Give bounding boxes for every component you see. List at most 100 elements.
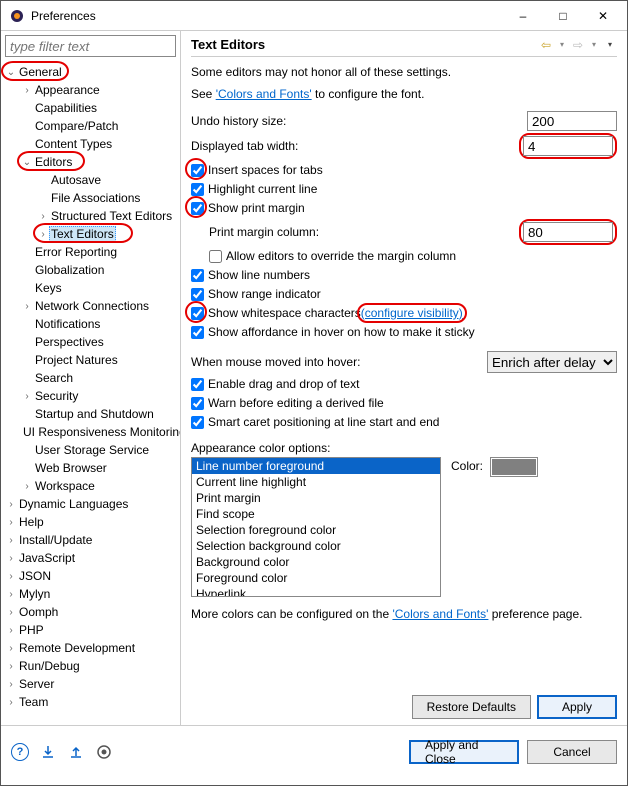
- tree-item[interactable]: Globalization: [1, 261, 180, 279]
- tree-item[interactable]: File Associations: [1, 189, 180, 207]
- colors-fonts-link[interactable]: 'Colors and Fonts': [216, 87, 312, 101]
- color-option-item[interactable]: Selection foreground color: [192, 522, 440, 538]
- tree-item[interactable]: Compare/Patch: [1, 117, 180, 135]
- chevron-down-icon[interactable]: ⌄: [5, 67, 17, 78]
- more-colors-link[interactable]: 'Colors and Fonts': [392, 607, 488, 621]
- tree-item[interactable]: ›Appearance: [1, 81, 180, 99]
- affordance-checkbox[interactable]: [191, 326, 204, 339]
- chevron-right-icon[interactable]: ›: [5, 679, 17, 690]
- import-icon[interactable]: [39, 743, 57, 761]
- tree-item[interactable]: ›Network Connections: [1, 297, 180, 315]
- color-option-item[interactable]: Print margin: [192, 490, 440, 506]
- chevron-right-icon[interactable]: ›: [5, 697, 17, 708]
- configure-visibility-link[interactable]: (configure visibility): [361, 306, 463, 320]
- tree-item[interactable]: ›Text Editors: [1, 225, 180, 243]
- chevron-right-icon[interactable]: ›: [21, 85, 33, 96]
- tree-item[interactable]: Web Browser: [1, 459, 180, 477]
- tree-item[interactable]: Startup and Shutdown: [1, 405, 180, 423]
- color-option-item[interactable]: Current line highlight: [192, 474, 440, 490]
- tree-item[interactable]: ⌄Editors: [1, 153, 180, 171]
- chevron-right-icon[interactable]: ›: [5, 661, 17, 672]
- tree-item[interactable]: ›PHP: [1, 621, 180, 639]
- record-icon[interactable]: [95, 743, 113, 761]
- back-icon[interactable]: ⇦: [539, 38, 553, 52]
- chevron-right-icon[interactable]: ›: [5, 535, 17, 546]
- color-option-item[interactable]: Hyperlink: [192, 586, 440, 597]
- help-icon[interactable]: ?: [11, 743, 29, 761]
- back-menu-icon[interactable]: ▾: [555, 38, 569, 52]
- color-option-item[interactable]: Find scope: [192, 506, 440, 522]
- tree-item[interactable]: ›Help: [1, 513, 180, 531]
- tab-width-input[interactable]: [523, 136, 613, 156]
- warn-derived-checkbox[interactable]: [191, 397, 204, 410]
- color-swatch[interactable]: [490, 457, 538, 477]
- maximize-button[interactable]: □: [543, 2, 583, 30]
- chevron-right-icon[interactable]: ›: [5, 499, 17, 510]
- smart-caret-checkbox[interactable]: [191, 416, 204, 429]
- tree-item[interactable]: ›Dynamic Languages: [1, 495, 180, 513]
- chevron-right-icon[interactable]: ›: [5, 553, 17, 564]
- apply-button[interactable]: Apply: [537, 695, 617, 719]
- range-indicator-checkbox[interactable]: [191, 288, 204, 301]
- chevron-right-icon[interactable]: ›: [21, 391, 33, 402]
- preference-tree[interactable]: ⌄General›AppearanceCapabilitiesCompare/P…: [1, 61, 180, 725]
- undo-history-input[interactable]: [527, 111, 617, 131]
- tree-item[interactable]: Autosave: [1, 171, 180, 189]
- restore-defaults-button[interactable]: Restore Defaults: [412, 695, 531, 719]
- chevron-right-icon[interactable]: ›: [5, 643, 17, 654]
- tree-item[interactable]: ›Mylyn: [1, 585, 180, 603]
- tree-item[interactable]: ›Run/Debug: [1, 657, 180, 675]
- tree-item[interactable]: ›JSON: [1, 567, 180, 585]
- dragdrop-checkbox[interactable]: [191, 378, 204, 391]
- chevron-right-icon[interactable]: ›: [37, 211, 49, 222]
- tree-item[interactable]: Project Natures: [1, 351, 180, 369]
- close-button[interactable]: ✕: [583, 2, 623, 30]
- chevron-right-icon[interactable]: ›: [5, 517, 17, 528]
- chevron-right-icon[interactable]: ›: [5, 607, 17, 618]
- forward-icon[interactable]: ⇨: [571, 38, 585, 52]
- chevron-right-icon[interactable]: ›: [21, 301, 33, 312]
- tree-item[interactable]: Content Types: [1, 135, 180, 153]
- tree-item[interactable]: Perspectives: [1, 333, 180, 351]
- allow-override-checkbox[interactable]: [209, 250, 222, 263]
- whitespace-checkbox[interactable]: [191, 307, 204, 320]
- chevron-down-icon[interactable]: ⌄: [21, 157, 33, 168]
- tree-item[interactable]: Notifications: [1, 315, 180, 333]
- hover-combo[interactable]: Enrich after delay: [487, 351, 617, 373]
- filter-input[interactable]: [5, 35, 176, 57]
- tree-item[interactable]: ›JavaScript: [1, 549, 180, 567]
- tree-item[interactable]: Error Reporting: [1, 243, 180, 261]
- margin-column-input[interactable]: [523, 222, 613, 242]
- highlight-line-checkbox[interactable]: [191, 183, 204, 196]
- tree-item[interactable]: ›Team: [1, 693, 180, 711]
- chevron-right-icon[interactable]: ›: [21, 481, 33, 492]
- chevron-right-icon[interactable]: ›: [5, 589, 17, 600]
- cancel-button[interactable]: Cancel: [527, 740, 617, 764]
- color-option-item[interactable]: Foreground color: [192, 570, 440, 586]
- apply-close-button[interactable]: Apply and Close: [409, 740, 519, 764]
- tree-item[interactable]: ›Workspace: [1, 477, 180, 495]
- minimize-button[interactable]: –: [503, 2, 543, 30]
- export-icon[interactable]: [67, 743, 85, 761]
- tree-item[interactable]: ›Install/Update: [1, 531, 180, 549]
- tree-item[interactable]: Capabilities: [1, 99, 180, 117]
- line-numbers-checkbox[interactable]: [191, 269, 204, 282]
- chevron-right-icon[interactable]: ›: [5, 571, 17, 582]
- tree-item[interactable]: Keys: [1, 279, 180, 297]
- tree-item[interactable]: ⌄General: [1, 63, 180, 81]
- tree-item[interactable]: ›Remote Development: [1, 639, 180, 657]
- color-option-item[interactable]: Background color: [192, 554, 440, 570]
- color-option-item[interactable]: Selection background color: [192, 538, 440, 554]
- tree-item[interactable]: Search: [1, 369, 180, 387]
- color-option-item[interactable]: Line number foreground: [192, 458, 440, 474]
- chevron-right-icon[interactable]: ›: [5, 625, 17, 636]
- tree-item[interactable]: UI Responsiveness Monitoring: [1, 423, 180, 441]
- chevron-right-icon[interactable]: ›: [37, 229, 49, 240]
- forward-menu-icon[interactable]: ▾: [587, 38, 601, 52]
- tree-item[interactable]: ›Security: [1, 387, 180, 405]
- color-options-list[interactable]: Line number foregroundCurrent line highl…: [191, 457, 441, 597]
- show-margin-checkbox[interactable]: [191, 202, 204, 215]
- tree-item[interactable]: ›Server: [1, 675, 180, 693]
- tree-item[interactable]: ›Structured Text Editors: [1, 207, 180, 225]
- tree-item[interactable]: User Storage Service: [1, 441, 180, 459]
